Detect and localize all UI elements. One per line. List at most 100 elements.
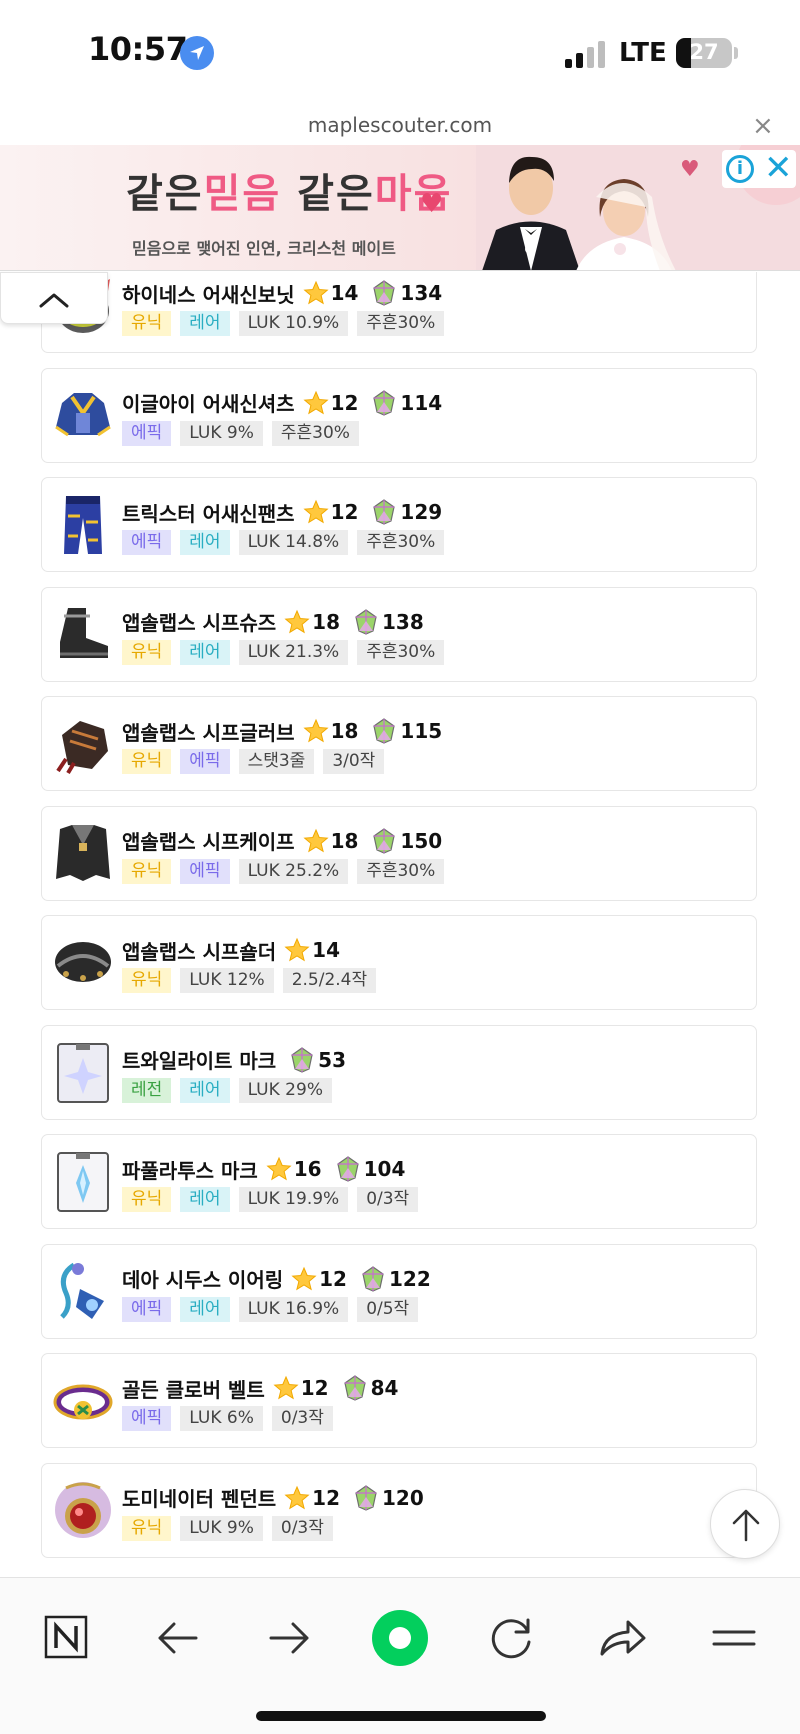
flame-score-value: 134 [400,281,443,305]
tag-rare: 레어 [180,1296,230,1322]
item-name: 하이네스 어새신보닛 [122,282,295,307]
flame-gem-icon [373,718,396,744]
thief-cape-icon [56,824,110,881]
item-tags: 에픽 레어 LUK 16.9% 0/5작 [122,1296,427,1322]
flame-gem-icon [373,280,396,306]
item-title-row: 앱솔랩스 시프슈즈 18 138 [122,608,424,636]
ad-headline: 같은믿음 같은마음 [126,161,452,219]
item-list[interactable]: 하이네스 어새신보닛 14 134 유닉 레어 LUK 10.9% 주흔30% 이글아이 어새… [0,272,800,1577]
item-card[interactable]: 골든 클로버 벨트 12 84 에픽 LUK 6% 0/3작 [41,1353,757,1448]
naver-green-dot-icon[interactable] [370,1608,430,1668]
item-card[interactable]: 트릭스터 어새신팬츠 12 129 에픽 레어 LUK 14.8% 주흔30% [41,477,757,572]
close-icon[interactable]: × [752,111,774,141]
star-force-value: 12 [330,390,359,415]
ad-close-icon[interactable]: ✕ [764,148,793,188]
tag-stat: LUK 6% [180,1406,263,1431]
item-name: 파풀라투스 마크 [122,1158,258,1183]
item-tags: 유닉 레어 LUK 19.9% 0/3작 [122,1187,427,1212]
flame-gem-icon [291,1046,313,1073]
ad-banner[interactable]: 같은믿음 같은마음 ♥ 믿음으로 맺어진 인연, 크리스천 메이트 ♥ i ✕ [0,145,800,271]
thief-gloves-icon [56,721,108,775]
item-title-row: 데아 시두스 이어링 12 122 [122,1265,431,1293]
star-force-icon [284,1485,310,1509]
tag-epic: 에픽 [180,749,230,774]
tag-rare: 레어 [180,1077,230,1103]
url-text[interactable]: maplescouter.com [0,113,800,137]
tag-stat: LUK 9% [180,1515,263,1541]
item-title-row: 트와일라이트 마크 53 [122,1046,346,1074]
naver-home-icon[interactable] [36,1608,96,1668]
scroll-to-top-button[interactable] [710,1489,780,1559]
star-force-value: 12 [330,500,359,524]
star-force-icon [273,1375,299,1400]
flame-gem-icon [362,1265,384,1292]
item-tags: 레전 레어 LUK 29% [122,1077,341,1103]
home-indicator [256,1711,546,1721]
ad-info-icon[interactable]: i [726,155,754,183]
forward-arrow-icon[interactable] [259,1608,319,1668]
item-title-row: 앱솔랩스 시프케이프 18 150 [122,827,442,855]
star-force-icon [303,280,329,305]
item-title-row: 트릭스터 어새신팬츠 12 129 [122,498,442,526]
collapse-button[interactable] [0,272,108,324]
item-name: 골든 클로버 벨트 [122,1377,265,1402]
star-force-value: 12 [319,1266,347,1291]
item-card[interactable]: 도미네이터 펜던트 12 120 유닉 LUK 9% 0/3작 [41,1462,757,1558]
item-card[interactable]: 이글아이 어새신셔츠 12 114 에픽 LUK 9% 주흔30% [41,367,757,463]
assassin-pants-icon [64,496,102,554]
item-title-row: 앱솔랩스 시프숄더 14 [122,936,340,964]
star-force-icon [303,499,329,524]
tag-epic: 에픽 [180,858,230,884]
item-title-row: 골든 클로버 벨트 12 84 [122,1374,398,1402]
flame-score-value: 138 [382,609,424,634]
item-card[interactable]: 파풀라투스 마크 16 104 유닉 레어 LUK 19.9% 0/3작 [41,1134,757,1229]
ad-brand-heart-icon: ♥ [680,157,700,182]
item-card[interactable]: 데아 시두스 이어링 12 122 에픽 레어 LUK 16.9% 0/5작 [41,1243,757,1339]
tag-legend: 레전 [122,1077,172,1103]
item-tags: 유닉 레어 LUK 10.9% 주흔30% [122,311,453,336]
thief-shoes-icon [60,607,108,658]
item-name: 도미네이터 펜던트 [122,1487,277,1511]
item-title-row: 도미네이터 펜던트 12 120 [122,1484,424,1512]
item-card[interactable]: 하이네스 어새신보닛 14 134 유닉 레어 LUK 10.9% 주흔30% [41,272,757,353]
item-name: 앱솔랩스 시프케이프 [122,830,295,854]
share-icon[interactable] [592,1608,652,1668]
tag-unique: 유닉 [122,1515,172,1541]
flame-score-value: 53 [318,1047,347,1072]
ad-controls[interactable]: i ✕ [722,148,796,188]
address-bar[interactable]: maplescouter.com × [0,105,800,145]
item-card[interactable]: 앱솔랩스 시프숄더 14 유닉 LUK 12% 2.5/2.4작 [41,915,757,1010]
tag-unique: 유닉 [122,311,172,336]
star-force-value: 12 [300,1376,329,1400]
flame-gem-icon [355,1484,377,1511]
back-arrow-icon[interactable] [148,1608,208,1668]
cellular-signal-icon [565,40,607,68]
flame-score-value: 122 [388,1266,431,1291]
thief-shoulder-icon [55,942,111,982]
tag-stat: 2.5/2.4작 [282,968,377,993]
star-force-value: 14 [312,938,341,962]
twilight-mark-icon [57,1042,109,1103]
location-arrow-icon [180,36,214,70]
item-card[interactable]: 앱솔랩스 시프글러브 18 115 유닉 에픽 스탯3줄 3/0작 [41,696,757,791]
flame-gem-icon [373,827,396,854]
star-force-icon [303,390,329,414]
star-force-icon [284,609,310,633]
item-card[interactable]: 트와일라이트 마크 53 레전 레어 LUK 29% [41,1024,757,1120]
menu-icon[interactable] [704,1608,764,1668]
item-card[interactable]: 앱솔랩스 시프케이프 18 150 유닉 에픽 LUK 25.2% 주흔30% [41,805,757,901]
tag-epic: 에픽 [122,1296,172,1322]
flame-gem-icon [355,608,377,635]
star-force-value: 16 [293,1157,322,1181]
item-tags: 에픽 LUK 9% 주흔30% [122,420,368,446]
item-card[interactable]: 앱솔랩스 시프슈즈 18 138 유닉 레어 LUK 21.3% 주흔30% [41,586,757,682]
tag-stat: 주흔30% [271,420,359,446]
star-force-value: 12 [312,1485,341,1510]
item-name: 트와일라이트 마크 [122,1049,277,1073]
star-force-value: 14 [330,281,359,305]
item-tags: 에픽 레어 LUK 14.8% 주흔30% [122,530,453,555]
tag-rare: 레어 [180,1187,230,1212]
item-name: 트릭스터 어새신팬츠 [122,501,295,526]
refresh-icon[interactable] [481,1608,541,1668]
status-bar: 10:57 LTE 27 [0,0,800,105]
